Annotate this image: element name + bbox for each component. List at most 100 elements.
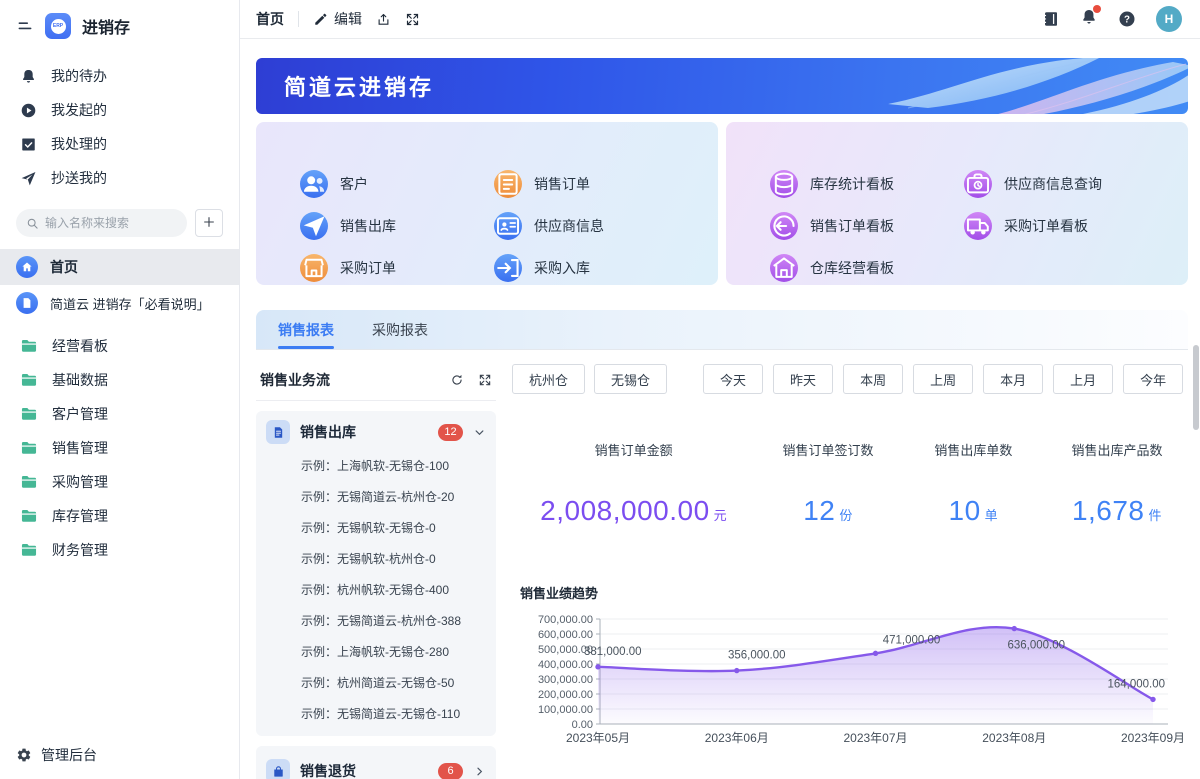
- period-filter-button[interactable]: 昨天: [773, 364, 833, 394]
- sidebar-folder-item[interactable]: 经营看板: [0, 329, 239, 363]
- warehouse-filter-button[interactable]: 杭州仓: [512, 364, 585, 394]
- sidebar-menu-item[interactable]: 我处理的: [0, 127, 239, 161]
- sales-flow-title: 销售业务流: [260, 370, 330, 390]
- folder-icon: [20, 473, 38, 491]
- svg-text:100,000.00: 100,000.00: [538, 704, 593, 716]
- flow-group-header[interactable]: 销售出库 12: [266, 418, 486, 446]
- svg-text:300,000.00: 300,000.00: [538, 674, 593, 686]
- sidebar-menu-item[interactable]: 我的待办: [0, 59, 239, 93]
- quick-link-icon: [770, 212, 798, 240]
- search-box[interactable]: [16, 209, 187, 237]
- sidebar-folder-item[interactable]: 库存管理: [0, 499, 239, 533]
- sidebar-item-readme[interactable]: 简道云 进销存「必看说明」: [0, 285, 239, 321]
- search-input[interactable]: [45, 216, 177, 230]
- folder-icon: [20, 371, 38, 389]
- help-icon[interactable]: ?: [1118, 10, 1136, 28]
- quick-link-label: 采购入库: [534, 258, 590, 278]
- folder-label: 经营看板: [52, 336, 108, 356]
- quick-link[interactable]: 销售出库: [300, 212, 494, 240]
- flow-list-item[interactable]: 示例：无锡简道云-无锡仓-110: [266, 698, 486, 729]
- period-filter-button[interactable]: 上月: [1053, 364, 1113, 394]
- flow-list-item[interactable]: 示例：无锡简道云-杭州仓-388: [266, 605, 486, 636]
- quick-link[interactable]: 库存统计看板: [770, 170, 964, 198]
- page-content: 简道云进销存 客户: [240, 39, 1200, 779]
- quick-link[interactable]: 销售订单: [494, 170, 688, 198]
- quick-link[interactable]: 采购订单看板: [964, 212, 1158, 240]
- report-tab[interactable]: 销售报表: [278, 310, 334, 349]
- svg-text:636,000.00: 636,000.00: [1007, 640, 1065, 652]
- svg-text:?: ?: [1124, 14, 1130, 25]
- edit-label: 编辑: [334, 9, 362, 29]
- quick-link[interactable]: 仓库经营看板: [770, 254, 964, 282]
- folder-label: 财务管理: [52, 540, 108, 560]
- menu-item-label: 我的待办: [51, 66, 107, 86]
- sidebar-folder-item[interactable]: 客户管理: [0, 397, 239, 431]
- menu-item-icon: [20, 102, 37, 119]
- folder-icon: [20, 337, 38, 355]
- period-filter-button[interactable]: 本月: [983, 364, 1043, 394]
- sidebar-folder-item[interactable]: 采购管理: [0, 465, 239, 499]
- flow-list-item[interactable]: 示例：上海帆软-无锡仓-280: [266, 636, 486, 667]
- quick-link[interactable]: 供应商信息: [494, 212, 688, 240]
- admin-console-link[interactable]: 管理后台: [0, 731, 239, 779]
- quick-link-label: 销售订单看板: [810, 216, 894, 236]
- report-tabs: 销售报表 采购报表: [256, 310, 1188, 350]
- quick-link-icon: [300, 212, 328, 240]
- period-filter-button[interactable]: 今天: [703, 364, 763, 394]
- flow-list-item[interactable]: 示例：无锡帆软-杭州仓-0: [266, 543, 486, 574]
- avatar[interactable]: H: [1156, 6, 1182, 32]
- fullscreen-icon[interactable]: [405, 12, 420, 27]
- scrollbar-thumb[interactable]: [1193, 345, 1199, 430]
- menu-item-icon: [20, 170, 37, 187]
- menu-item-label: 我处理的: [51, 134, 107, 154]
- search-icon: [26, 217, 39, 230]
- sidebar-menu-item[interactable]: 抄送我的: [0, 161, 239, 195]
- main-area: 首页 编辑 ? H 简道云进销存: [240, 0, 1200, 779]
- report-tab[interactable]: 采购报表: [372, 310, 428, 349]
- sidebar-item-home[interactable]: 首页: [0, 249, 239, 285]
- refresh-icon[interactable]: [450, 373, 464, 387]
- collapse-sidebar-icon[interactable]: [16, 17, 34, 35]
- quick-link[interactable]: 采购订单: [300, 254, 494, 282]
- kpi-value: 1,678件: [1046, 495, 1188, 527]
- sidebar-folder-item[interactable]: 基础数据: [0, 363, 239, 397]
- sidebar-folder-item[interactable]: 销售管理: [0, 431, 239, 465]
- share-icon[interactable]: [376, 12, 391, 27]
- warehouse-filter-button[interactable]: 无锡仓: [594, 364, 667, 394]
- quick-link-icon: [964, 170, 992, 198]
- period-filter-button[interactable]: 上周: [913, 364, 973, 394]
- kpi-unit: 元: [714, 508, 728, 523]
- sidebar-folders: 经营看板 基础数据 客户管理 销售管理 采购管理: [0, 329, 239, 567]
- pencil-icon: [313, 12, 328, 27]
- quick-link[interactable]: 采购入库: [494, 254, 688, 282]
- tab-label: 销售报表: [278, 320, 334, 340]
- flow-list-item[interactable]: 示例：杭州简道云-无锡仓-50: [266, 667, 486, 698]
- sidebar-folder-item[interactable]: 财务管理: [0, 533, 239, 567]
- period-filter-button[interactable]: 今年: [1123, 364, 1183, 394]
- sales-trend-section: 销售业绩趋势 700,000.00600,000.00500,000.00400…: [512, 583, 1188, 758]
- quick-link-icon: [964, 212, 992, 240]
- welcome-banner: 简道云进销存: [256, 58, 1188, 114]
- expand-panel-icon[interactable]: [478, 373, 492, 387]
- chevron-down-icon: [473, 426, 486, 439]
- quick-link-icon: [770, 254, 798, 282]
- banner-title: 简道云进销存: [284, 70, 434, 102]
- add-button[interactable]: [195, 209, 223, 237]
- period-filter-button[interactable]: 本周: [843, 364, 903, 394]
- quick-link[interactable]: 销售订单看板: [770, 212, 964, 240]
- flow-list-item[interactable]: 示例：无锡帆软-无锡仓-0: [266, 512, 486, 543]
- notes-icon[interactable]: [1042, 10, 1060, 28]
- sidebar-menu-item[interactable]: 我发起的: [0, 93, 239, 127]
- notifications-button[interactable]: [1080, 8, 1098, 31]
- quick-link[interactable]: 供应商信息查询: [964, 170, 1158, 198]
- svg-text:356,000.00: 356,000.00: [728, 650, 786, 662]
- edit-button[interactable]: 编辑: [313, 9, 362, 29]
- flow-group-header[interactable]: 销售退货 6: [266, 753, 486, 779]
- flow-list-item[interactable]: 示例：杭州帆软-无锡仓-400: [266, 574, 486, 605]
- flow-list-item[interactable]: 示例：无锡简道云-杭州仓-20: [266, 481, 486, 512]
- quick-link[interactable]: 客户: [300, 170, 494, 198]
- flow-group-outbound: 销售出库 12 示例：上海帆软-无锡仓-100 示例：无锡简道云-杭州仓-20 …: [256, 411, 496, 736]
- flow-group-label: 销售退货: [300, 761, 428, 779]
- flow-list-item[interactable]: 示例：上海帆软-无锡仓-100: [266, 450, 486, 481]
- quick-link-label: 供应商信息: [534, 216, 604, 236]
